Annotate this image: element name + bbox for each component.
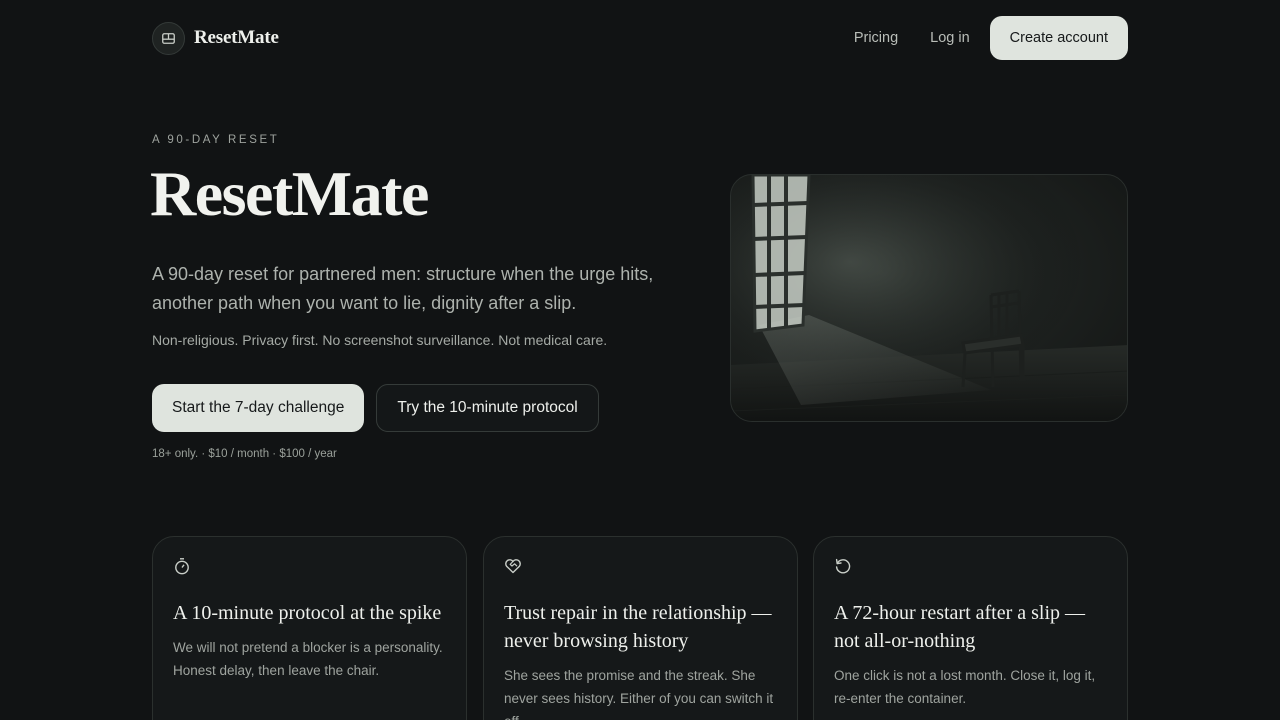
- pricing-note: 18+ only. · $10 / month · $100 / year: [152, 448, 337, 460]
- room-illustration: [731, 175, 1127, 421]
- start-challenge-button[interactable]: Start the 7-day challenge: [152, 384, 365, 432]
- feature-title: Trust repair in the relationship — never…: [504, 602, 772, 652]
- nav-pricing-link[interactable]: Pricing: [854, 30, 898, 46]
- hero-title: ResetMate: [150, 158, 429, 229]
- feature-card-protocol: A 10-minute protocol at the spike We wil…: [152, 536, 467, 720]
- feature-card-trust: Trust repair in the relationship — never…: [483, 536, 798, 720]
- feature-card-restart: A 72-hour restart after a slip — not all…: [813, 536, 1128, 720]
- create-account-button[interactable]: Create account: [989, 16, 1128, 60]
- hero-image: [730, 174, 1128, 422]
- logo-icon: [152, 21, 185, 55]
- brand-name: ResetMate: [194, 27, 279, 48]
- feature-body: One click is not a lost month. Close it,…: [834, 668, 1096, 706]
- nav-login-link[interactable]: Log in: [930, 30, 970, 46]
- try-protocol-button[interactable]: Try the 10-minute protocol: [376, 384, 599, 432]
- heart-handshake-icon: [505, 559, 521, 574]
- hero-note: Non-religious. Privacy first. No screens…: [152, 332, 608, 348]
- hero-eyebrow: A 90-DAY RESET: [152, 134, 280, 146]
- feature-body: She sees the promise and the streak. She…: [504, 668, 774, 720]
- feature-title: A 72-hour restart after a slip — not all…: [834, 602, 1086, 652]
- restart-icon: [835, 558, 851, 574]
- cta-row: Start the 7-day challenge Try the 10-min…: [152, 384, 599, 432]
- window-shape: [751, 175, 811, 333]
- feature-body: We will not pretend a blocker is a perso…: [173, 640, 443, 678]
- nav-links: Pricing Log in Create account: [854, 16, 1128, 60]
- top-nav: ResetMate Pricing Log in Create account: [152, 16, 1128, 60]
- stopwatch-icon: [175, 558, 189, 575]
- brand[interactable]: ResetMate: [152, 21, 279, 55]
- feature-title: A 10-minute protocol at the spike: [173, 602, 442, 624]
- hero-subtitle: A 90-day reset for partnered men: struct…: [152, 264, 654, 313]
